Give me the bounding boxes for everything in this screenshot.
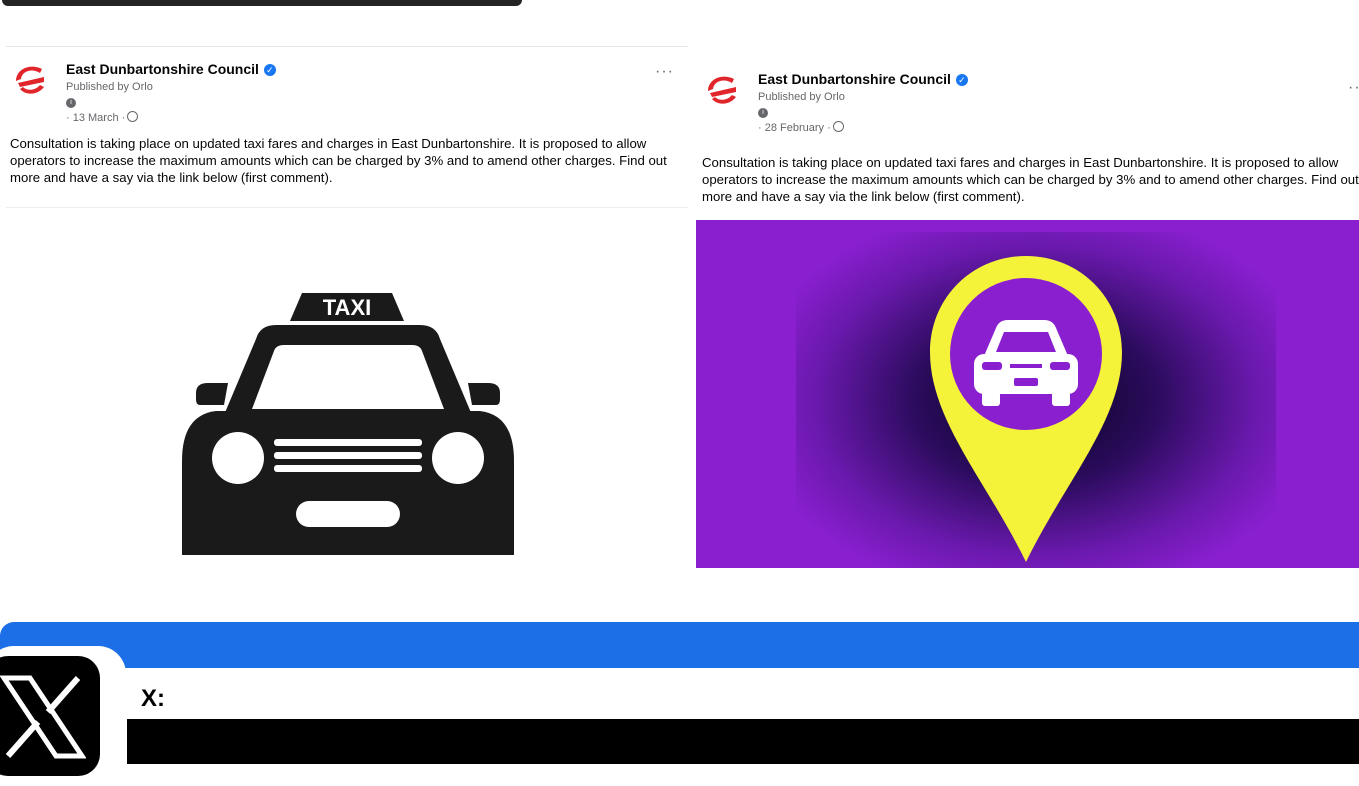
blue-banner <box>0 622 1359 668</box>
page-name-text[interactable]: East Dunbartonshire Council <box>66 61 259 77</box>
council-logo-avatar[interactable] <box>702 69 742 109</box>
x-logo-icon[interactable] <box>0 656 100 776</box>
taxi-sign-text: TAXI <box>323 295 371 320</box>
facebook-post-13-march: East Dunbartonshire Council ✓ Published b… <box>6 46 688 603</box>
page-name[interactable]: East Dunbartonshire Council ✓ <box>66 61 276 77</box>
council-logo-avatar[interactable] <box>10 59 50 99</box>
taxi-image[interactable]: TAXI <box>6 219 688 603</box>
post-date[interactable]: · 28 February · <box>758 121 844 134</box>
page-name-text[interactable]: East Dunbartonshire Council <box>758 71 951 87</box>
facebook-post-28-february: East Dunbartonshire Council ✓ Published b… <box>694 57 1359 572</box>
post-text: Consultation is taking place on updated … <box>702 155 1359 204</box>
post-date-text[interactable]: · 28 February · <box>758 122 831 134</box>
location-pin-car-image[interactable] <box>696 220 1359 568</box>
info-icon: i <box>758 108 768 118</box>
section-label: X: <box>141 685 165 712</box>
content-bar <box>127 719 1359 764</box>
location-pin-car-icon <box>930 256 1122 562</box>
more-options-button[interactable]: ··· <box>1348 80 1359 96</box>
globe-icon <box>832 121 844 132</box>
post-date-text[interactable]: · 13 March · <box>66 112 125 124</box>
post-text: Consultation is taking place on updated … <box>10 136 667 185</box>
page-name[interactable]: East Dunbartonshire Council ✓ <box>758 71 968 87</box>
taxi-car-icon: TAXI <box>182 293 514 555</box>
globe-icon <box>127 111 139 122</box>
post-date[interactable]: · 13 March · <box>66 111 139 124</box>
verified-badge-icon: ✓ <box>263 64 276 76</box>
cropped-header <box>0 0 1359 8</box>
post-header: East Dunbartonshire Council ✓ Published b… <box>702 69 1359 159</box>
x-logo-frame <box>0 646 126 786</box>
divider <box>6 207 688 208</box>
published-by[interactable]: Published by Orlo <box>758 91 845 103</box>
more-options-button[interactable]: ··· <box>655 64 674 80</box>
verified-badge-icon: ✓ <box>955 74 968 86</box>
info-icon: i <box>66 98 76 108</box>
published-by[interactable]: Published by Orlo <box>66 81 153 93</box>
